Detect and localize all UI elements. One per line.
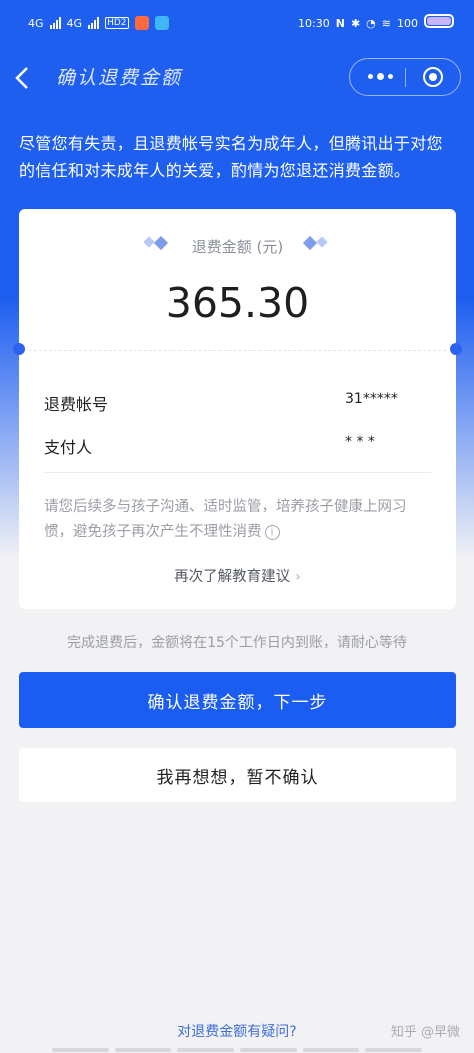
hd-label: HD2 [105, 17, 129, 29]
clock: 10:30 [298, 17, 330, 30]
account-value: 31***** [345, 391, 398, 407]
bluetooth-icon: ✱ [350, 17, 361, 30]
nfc-icon: N [335, 17, 345, 30]
chevron-left-icon [15, 67, 28, 89]
education-link-text: 再次了解教育建议 [174, 569, 291, 585]
not-confirm-button[interactable]: 我再想想，暂不确认 [19, 748, 456, 802]
refund-card: 退费金额 (元) 365.30 退费帐号 31***** 支付人 * * * 请… [13, 209, 462, 609]
alarm-icon: ◔ [366, 17, 376, 30]
account-label: 退费帐号 [44, 395, 109, 414]
battery-icon [424, 14, 454, 28]
chevron-right-icon: › [295, 569, 301, 585]
notice-text: 尽管您有失责，且退费帐号实名为成年人，但腾讯出于对您的信任和对未成年人的关爱，酌… [19, 134, 443, 180]
account-row: 退费帐号 31***** [44, 391, 431, 415]
mini-program-capsule [349, 58, 461, 96]
battery-percent: 100 [397, 17, 418, 30]
signal-label-2: 4G [66, 16, 83, 30]
parenting-tip: 请您后续多与孩子沟通、适时监管，培养孩子健康上网习惯，避免孩子再次产生不理性消费… [44, 495, 434, 545]
app-notification-icon-2 [154, 16, 169, 30]
page-title: 确认退费金额 [56, 67, 183, 89]
close-mini-program-icon[interactable] [423, 67, 443, 87]
bottom-bar [52, 1048, 423, 1052]
capsule-divider [405, 68, 406, 87]
confirm-refund-button[interactable]: 确认退费金额，下一步 [19, 672, 456, 728]
education-link[interactable]: 再次了解教育建议 › [19, 565, 456, 586]
info-icon[interactable]: i [264, 525, 280, 540]
app-notification-icon [134, 16, 149, 30]
signal-icon [49, 17, 61, 29]
parenting-tip-text: 请您后续多与孩子沟通、适时监管，培养孩子健康上网习惯，避免孩子再次产生不理性消费 [44, 499, 407, 540]
signal-label-1: 4G [28, 16, 44, 30]
refund-amount: 365.30 [165, 279, 310, 327]
diamond-decoration-right [302, 235, 328, 251]
amount-label: 退费金额 (元) [191, 238, 284, 256]
divider [44, 472, 431, 473]
signal-icon-2 [88, 17, 100, 29]
arrival-hint: 完成退费后，金额将在15个工作日内到账，请耐心等待 [67, 635, 407, 651]
card-notch-right [450, 343, 462, 355]
watermark: 知乎 @早微 [390, 1025, 460, 1040]
amount-section: 退费金额 (元) 365.30 [19, 209, 456, 350]
more-dots-icon[interactable] [368, 73, 393, 80]
card-notch-left [13, 343, 25, 355]
payer-label: 支付人 [44, 438, 93, 457]
back-button[interactable] [15, 62, 39, 90]
status-right: 10:30 N ✱ ◔ ≋ 100 [298, 17, 418, 30]
status-bar: 4G 4G HD2 10:30 N ✱ ◔ ≋ 100 [0, 0, 474, 48]
payer-row: 支付人 * * * [44, 434, 431, 458]
wifi-icon: ≋ [381, 17, 391, 30]
dashed-divider [29, 350, 446, 351]
payer-value: * * * [345, 434, 375, 450]
status-left: 4G 4G HD2 [28, 16, 169, 30]
